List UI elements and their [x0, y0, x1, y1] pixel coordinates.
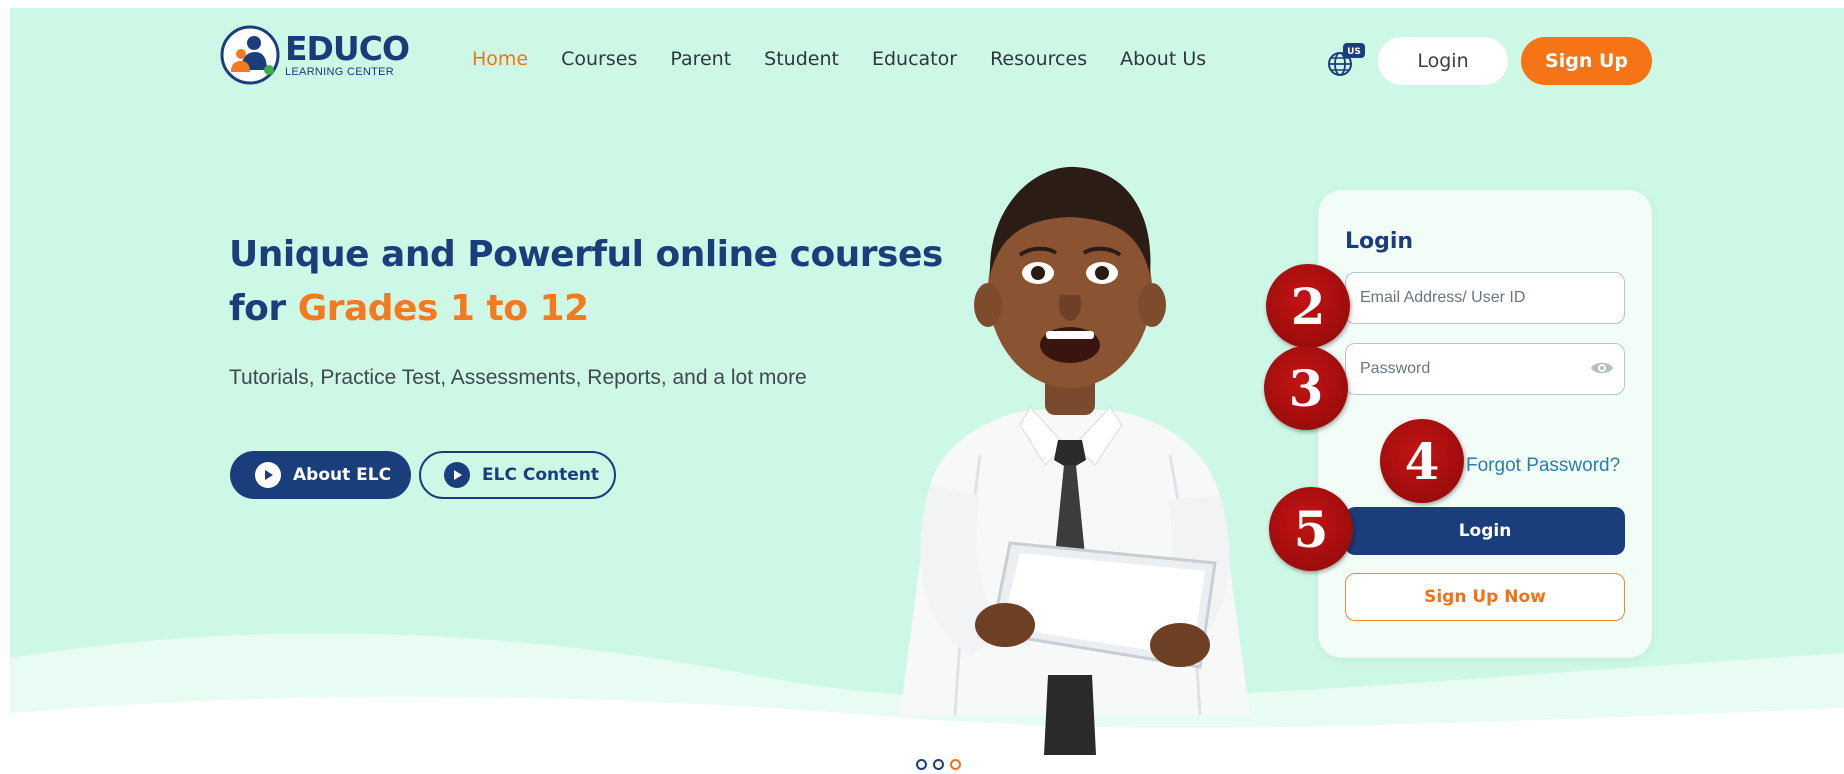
region-badge: US	[1347, 47, 1361, 57]
nav-courses[interactable]: Courses	[561, 48, 637, 70]
nav-educator[interactable]: Educator	[872, 48, 957, 70]
student-with-tablet-image	[900, 166, 1250, 755]
show-password-eye-icon[interactable]	[1590, 358, 1614, 378]
nav-about-us[interactable]: About Us	[1120, 48, 1206, 70]
header-signup-button[interactable]: Sign Up	[1521, 37, 1652, 85]
logo-icon	[220, 25, 280, 85]
login-card-title: Login	[1345, 229, 1414, 254]
carousel-dot-3[interactable]	[950, 759, 961, 770]
step-marker-password: 3	[1264, 346, 1348, 430]
nav-resources[interactable]: Resources	[990, 48, 1087, 70]
password-input[interactable]	[1345, 343, 1625, 395]
about-elc-button[interactable]: About ELC	[230, 451, 411, 499]
hero-headline: Unique and Powerful online courses for Gr…	[229, 228, 949, 336]
header-login-button[interactable]: Login	[1378, 37, 1508, 85]
play-icon	[255, 462, 281, 488]
step-marker-forgot: 4	[1380, 419, 1464, 503]
email-input[interactable]	[1345, 272, 1625, 324]
card-signup-now-button[interactable]: Sign Up Now	[1345, 573, 1625, 621]
nav-parent[interactable]: Parent	[670, 48, 731, 70]
headline-for: for	[229, 288, 298, 329]
carousel-dots	[916, 759, 961, 770]
nav-home[interactable]: Home	[472, 48, 528, 70]
brand-logo[interactable]: EDUCO LEARNING CENTER	[219, 24, 410, 86]
main-nav: Home Courses Parent Student Educator Res…	[472, 48, 1239, 70]
forgot-password-link[interactable]: Forgot Password?	[1466, 455, 1620, 477]
elc-content-button[interactable]: ELC Content	[419, 451, 616, 499]
brand-subtitle: LEARNING CENTER	[285, 66, 395, 78]
nav-student[interactable]: Student	[764, 48, 839, 70]
globe-region-icon[interactable]: US	[1324, 42, 1366, 78]
step-marker-email: 2	[1266, 264, 1350, 348]
carousel-dot-2[interactable]	[933, 759, 944, 770]
elc-content-label: ELC Content	[482, 465, 599, 485]
brand-name: EDUCO	[285, 29, 410, 68]
carousel-dot-1[interactable]	[916, 759, 927, 770]
about-elc-label: About ELC	[293, 465, 392, 485]
card-login-button[interactable]: Login	[1345, 507, 1625, 555]
headline-line1: Unique and Powerful online courses	[229, 234, 943, 275]
headline-accent: Grades 1 to 12	[297, 288, 589, 329]
play-icon	[444, 462, 470, 488]
hero-subtext: Tutorials, Practice Test, Assessments, R…	[229, 366, 807, 389]
step-marker-login: 5	[1269, 487, 1353, 571]
